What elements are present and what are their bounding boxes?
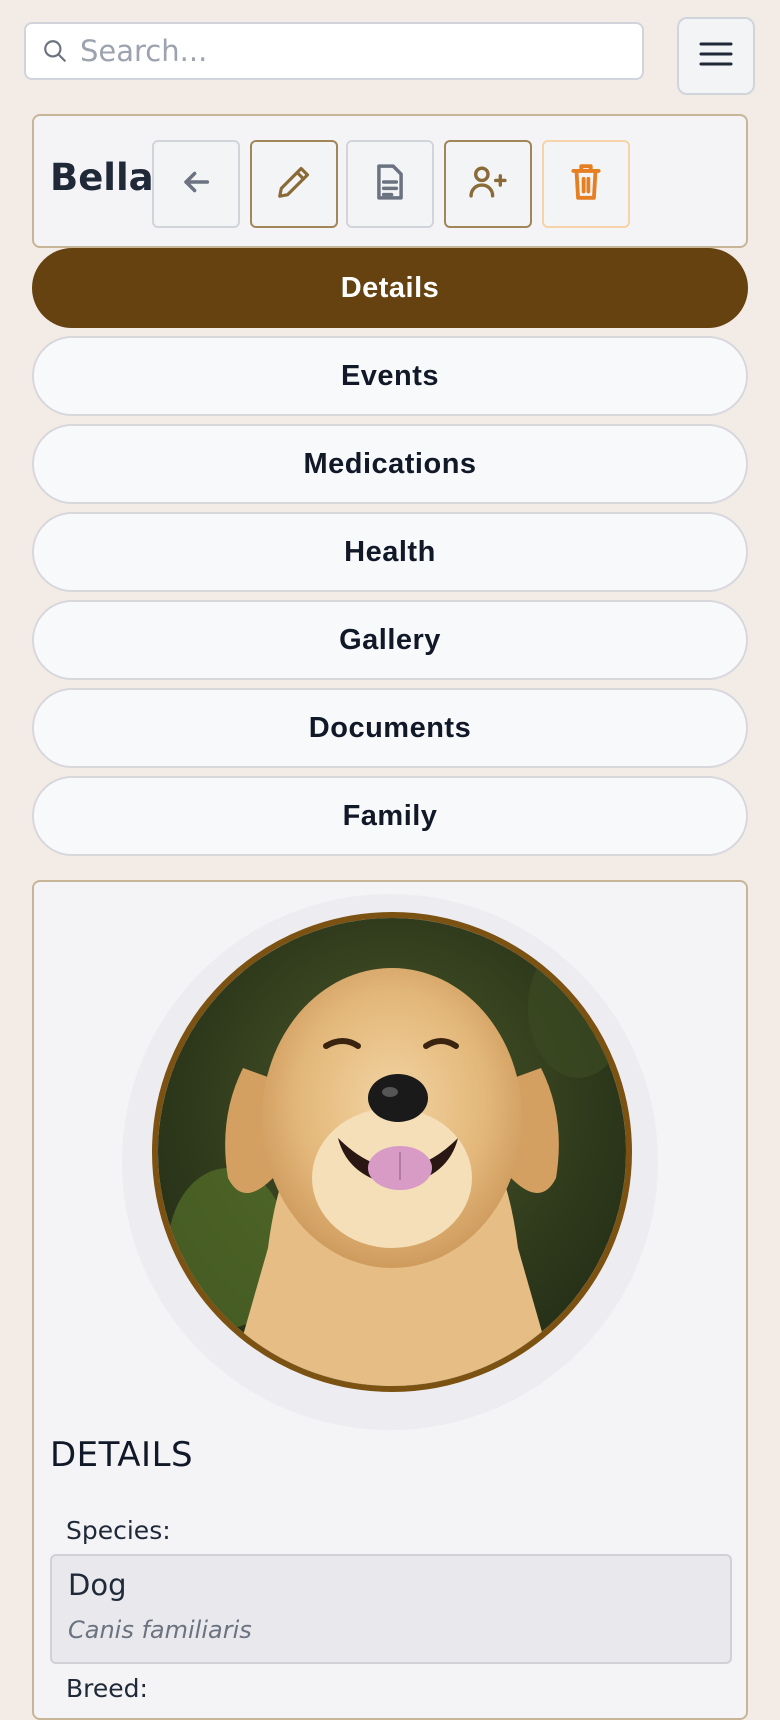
details-card: DETAILS Species: Dog Canis familiaris Br…	[32, 880, 748, 1720]
search-icon	[40, 36, 70, 66]
section-title: DETAILS	[50, 1435, 194, 1475]
pet-header-card: Bella	[32, 114, 748, 248]
tab-health[interactable]: Health	[32, 512, 748, 592]
document-icon	[373, 163, 407, 205]
tab-family[interactable]: Family	[32, 776, 748, 856]
document-button[interactable]	[346, 140, 434, 228]
pencil-icon	[275, 163, 313, 205]
user-plus-icon	[468, 163, 508, 205]
species-scientific-name: Canis familiaris	[68, 1616, 252, 1644]
delete-button[interactable]	[542, 140, 630, 228]
hamburger-icon	[698, 39, 734, 73]
arrow-left-icon	[179, 165, 213, 203]
breed-label: Breed:	[66, 1674, 148, 1703]
dog-portrait-image	[158, 918, 626, 1386]
top-bar	[0, 0, 780, 100]
tab-medications[interactable]: Medications	[32, 424, 748, 504]
add-person-button[interactable]	[444, 140, 532, 228]
tab-events[interactable]: Events	[32, 336, 748, 416]
pet-name: Bella	[50, 156, 154, 199]
back-button[interactable]	[152, 140, 240, 228]
species-value: Dog	[68, 1568, 127, 1602]
pet-photo[interactable]	[152, 912, 632, 1392]
search-box[interactable]	[24, 22, 644, 80]
trash-icon	[569, 163, 603, 205]
search-input[interactable]	[78, 33, 622, 69]
edit-button[interactable]	[250, 140, 338, 228]
tab-documents[interactable]: Documents	[32, 688, 748, 768]
tab-gallery[interactable]: Gallery	[32, 600, 748, 680]
tab-details[interactable]: Details	[32, 248, 748, 328]
hamburger-menu-button[interactable]	[677, 17, 755, 95]
species-field: Dog Canis familiaris	[50, 1554, 732, 1664]
species-label: Species:	[66, 1516, 171, 1545]
